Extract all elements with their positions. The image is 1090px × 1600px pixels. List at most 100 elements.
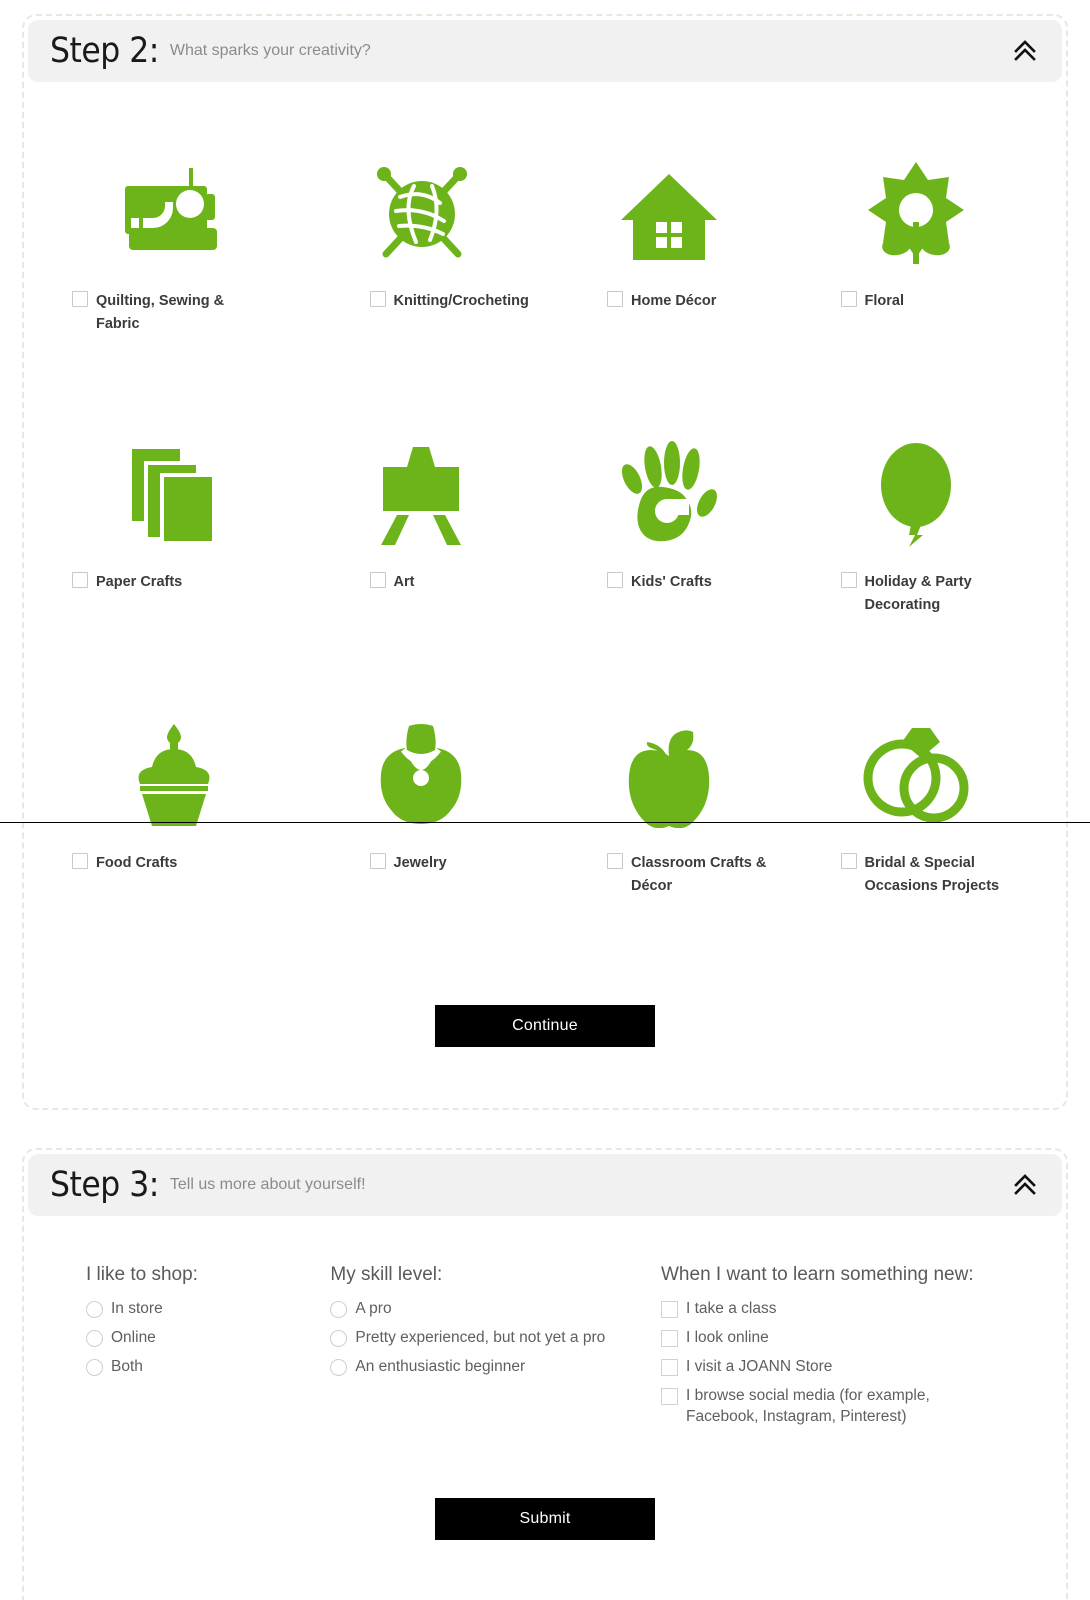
option-label: A pro — [355, 1300, 392, 1317]
radio-button[interactable] — [330, 1301, 348, 1318]
interest-checkbox[interactable] — [840, 572, 857, 588]
interest-label: Kids' Crafts — [631, 574, 712, 590]
learn-option-look-online[interactable]: I look online — [661, 1328, 1006, 1349]
skill-level-group: My skill level: A pro Pretty experienced… — [330, 1264, 661, 1436]
flower-icon — [866, 138, 966, 266]
skill-option-enthusiastic-beginner[interactable]: An enthusiastic beginner — [330, 1357, 661, 1378]
checkbox[interactable] — [661, 1358, 678, 1376]
checkbox[interactable] — [661, 1301, 678, 1318]
checkbox-row[interactable]: Floral — [793, 290, 1041, 313]
checkbox-row[interactable]: Kids' Crafts — [545, 571, 793, 594]
interest-checkbox[interactable] — [369, 291, 386, 307]
checkbox-row[interactable]: Art — [298, 571, 546, 594]
interest-label: Paper Crafts — [96, 574, 183, 590]
interest-checkbox[interactable] — [607, 572, 623, 588]
radio-button[interactable] — [86, 1301, 103, 1318]
step-3-header: Step 3: Tell us more about yourself! — [28, 1154, 1062, 1216]
step-2-actions: Continue — [24, 1005, 1066, 1047]
checkbox-row[interactable]: Paper Crafts — [50, 571, 298, 594]
interest-checkbox[interactable] — [607, 291, 623, 307]
skill-option-pretty-experienced[interactable]: Pretty experienced, but not yet a pro — [330, 1328, 661, 1349]
submit-button[interactable]: Submit — [435, 1497, 655, 1540]
step-2-collapse-button[interactable] — [1010, 36, 1040, 66]
skill-option-a-pro[interactable]: A pro — [330, 1299, 661, 1320]
interest-label: Floral — [864, 293, 904, 309]
shop-preference-group: I like to shop: In store Online Both — [86, 1264, 330, 1436]
interest-label: Holiday & Party Decorating — [864, 574, 972, 614]
continue-button[interactable]: Continue — [435, 1005, 655, 1047]
step-3-subtitle: Tell us more about yourself! — [169, 1176, 366, 1193]
interest-option-jewelry[interactable]: Jewelry — [298, 700, 546, 981]
interest-option-floral[interactable]: Floral — [793, 138, 1041, 419]
interest-label: Art — [393, 574, 415, 590]
interest-checkbox[interactable] — [72, 572, 88, 588]
radio-button[interactable] — [86, 1358, 103, 1376]
shop-option-online[interactable]: Online — [86, 1328, 330, 1349]
handprint-icon — [617, 419, 721, 547]
skill-level-heading: My skill level: — [330, 1264, 443, 1285]
checkbox-row[interactable]: Bridal & Special Occasions Projects — [793, 852, 1041, 898]
step-3-panel: Step 3: Tell us more about yourself! I l… — [22, 1148, 1068, 1600]
option-label: In store — [111, 1300, 163, 1317]
learn-option-take-a-class[interactable]: I take a class — [661, 1299, 1006, 1320]
shop-option-both[interactable]: Both — [86, 1357, 330, 1378]
interest-option-bridal-special-occasions[interactable]: Bridal & Special Occasions Projects — [793, 700, 1041, 981]
house-icon — [619, 138, 719, 266]
interest-checkbox[interactable] — [840, 291, 857, 307]
interest-option-classroom-crafts-decor[interactable]: Classroom Crafts & Décor — [545, 700, 793, 981]
checkbox[interactable] — [661, 1387, 678, 1405]
paper-stack-icon — [122, 419, 226, 547]
learning-preference-heading: When I want to learn something new: — [661, 1264, 974, 1285]
shop-preference-heading: I like to shop: — [86, 1264, 198, 1285]
cupcake-icon — [124, 700, 224, 828]
step-3-actions: Submit — [24, 1497, 1066, 1540]
option-label: I take a class — [686, 1300, 777, 1317]
interest-option-knitting-crocheting[interactable]: Knitting/Crocheting — [298, 138, 546, 419]
interest-label: Quilting, Sewing & Fabric — [96, 293, 225, 333]
interest-label: Knitting/Crocheting — [393, 293, 529, 309]
checkbox-row[interactable]: Home Décor — [545, 290, 793, 313]
checkbox-row[interactable]: Knitting/Crocheting — [298, 290, 546, 313]
radio-button[interactable] — [330, 1329, 348, 1347]
learn-option-visit-joann-store[interactable]: I visit a JOANN Store — [661, 1357, 1006, 1378]
interest-checkbox[interactable] — [72, 291, 88, 307]
interest-option-kids-crafts[interactable]: Kids' Crafts — [545, 419, 793, 700]
apple-icon — [619, 700, 719, 828]
interest-option-art[interactable]: Art — [298, 419, 546, 700]
step-3-form: I like to shop: In store Online Both My … — [24, 1220, 1066, 1436]
option-label: Pretty experienced, but not yet a pro — [355, 1328, 606, 1346]
interest-checkbox[interactable] — [607, 853, 623, 869]
checkbox[interactable] — [661, 1329, 678, 1347]
shop-option-in-store[interactable]: In store — [86, 1299, 330, 1320]
balloon-icon — [871, 419, 961, 547]
step-2-subtitle: What sparks your creativity? — [169, 42, 371, 59]
radio-button[interactable] — [330, 1358, 348, 1376]
interest-option-holiday-party-decorating[interactable]: Holiday & Party Decorating — [793, 419, 1041, 700]
double-chevron-up-icon — [1014, 40, 1036, 61]
interest-option-home-decor[interactable]: Home Décor — [545, 138, 793, 419]
interest-option-paper-crafts[interactable]: Paper Crafts — [50, 419, 298, 700]
checkbox-row[interactable]: Food Crafts — [50, 852, 298, 875]
option-label: I visit a JOANN Store — [686, 1357, 833, 1375]
easel-icon — [369, 419, 473, 547]
step-3-collapse-button[interactable] — [1010, 1170, 1040, 1200]
checkbox-row[interactable]: Jewelry — [298, 852, 546, 875]
checkbox-row[interactable]: Classroom Crafts & Décor — [545, 852, 793, 898]
interest-option-quilting-sewing-fabric[interactable]: Quilting, Sewing & Fabric — [50, 138, 298, 419]
interest-checkbox[interactable] — [840, 853, 857, 869]
learn-option-browse-social-media[interactable]: I browse social media (for example, Face… — [661, 1386, 1006, 1428]
checkbox-row[interactable]: Quilting, Sewing & Fabric — [50, 290, 298, 336]
interest-checkbox[interactable] — [369, 853, 386, 869]
interest-checkbox[interactable] — [369, 572, 386, 588]
option-label: I look online — [686, 1328, 769, 1346]
sewing-machine-icon — [119, 138, 229, 266]
step-2-title: Step 2: — [50, 31, 159, 71]
step-2-header: Step 2: What sparks your creativity? — [28, 20, 1062, 82]
interest-option-food-crafts[interactable]: Food Crafts — [50, 700, 298, 981]
checkbox-row[interactable]: Holiday & Party Decorating — [793, 571, 1041, 617]
interest-checkbox[interactable] — [72, 853, 88, 869]
step-3-title: Step 3: — [50, 1165, 159, 1205]
learning-preference-group: When I want to learn something new: I ta… — [661, 1264, 1006, 1436]
radio-button[interactable] — [86, 1329, 103, 1347]
interest-label: Home Décor — [631, 293, 717, 309]
